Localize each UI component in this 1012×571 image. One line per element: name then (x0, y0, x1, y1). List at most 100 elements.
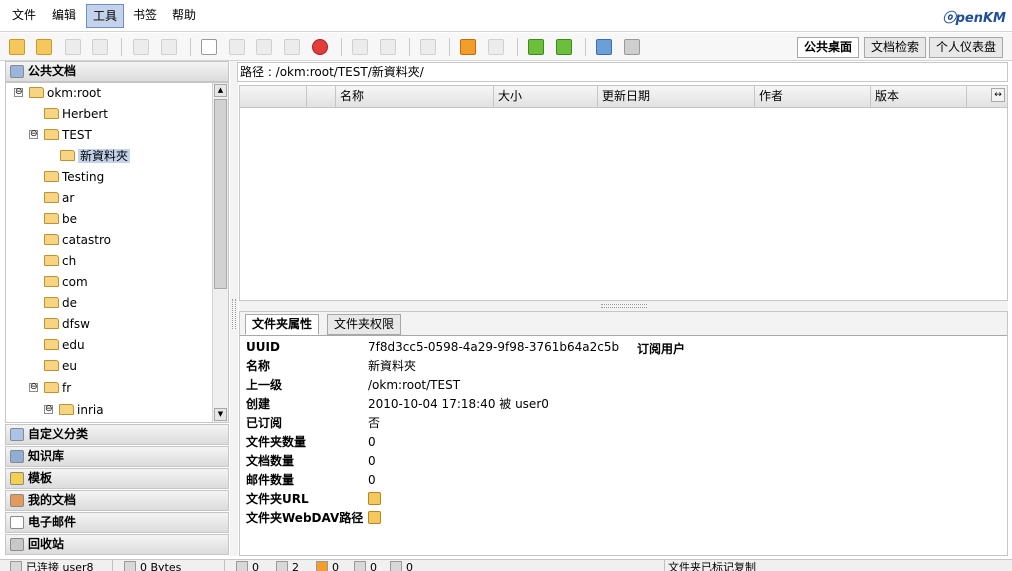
copy-url-icon[interactable] (368, 492, 381, 505)
menu-bookmarks[interactable]: 书签 (127, 4, 163, 28)
folder-tree[interactable]: ⊖ okm:root Herbert ⊖ TEST 新資料夾 Testing a… (5, 82, 229, 423)
folder-icon (60, 150, 75, 161)
trash-icon (10, 538, 24, 551)
status-subscribed[interactable]: 0 (316, 561, 339, 571)
tab-dashboard[interactable]: 个人仪表盘 (929, 37, 1004, 58)
prop-value: 7f8d3cc5-0598-4a29-9f98-3761b64a2c5b (368, 340, 620, 354)
find-folder-icon[interactable] (36, 39, 52, 55)
tree-node[interactable]: dfsw (44, 315, 90, 333)
tree-node[interactable]: ⊖ TEST (29, 126, 92, 144)
tree-scrollbar[interactable]: ▲ ▼ (212, 83, 228, 422)
scroll-down-arrow[interactable]: ▼ (214, 408, 227, 421)
menu-edit[interactable]: 编辑 (46, 4, 82, 28)
tree-node[interactable]: com (44, 273, 88, 291)
print-icon[interactable] (624, 39, 640, 55)
tree-node[interactable]: ⊖ fr (29, 379, 71, 397)
folder-icon (29, 87, 44, 98)
status-checkout[interactable]: 2 (276, 561, 299, 571)
lock-icon[interactable] (133, 39, 149, 55)
tree-node[interactable]: ar (44, 189, 74, 207)
status-separator (664, 560, 665, 571)
col-updated[interactable]: 更新日期 (598, 86, 755, 107)
tree-node[interactable]: be (44, 210, 77, 228)
edit-document-icon[interactable] (65, 39, 81, 55)
scroll-up-arrow[interactable]: ▲ (214, 84, 227, 97)
vertical-splitter[interactable] (230, 61, 238, 556)
home-icon[interactable] (556, 39, 572, 55)
menu-help[interactable]: 帮助 (166, 4, 202, 28)
menu-file[interactable]: 文件 (6, 4, 42, 28)
tree-node[interactable]: catastro (44, 231, 111, 249)
file-table[interactable]: 名称 大小 更新日期 作者 版本 ↔ (239, 85, 1008, 301)
col-type[interactable] (307, 86, 336, 107)
tree-node[interactable]: eu (44, 357, 77, 375)
tree-node[interactable]: de (44, 294, 77, 312)
templates-label: 模板 (28, 471, 53, 485)
tree-node[interactable]: edu (44, 336, 85, 354)
tree-label: edu (62, 338, 85, 352)
tree-node[interactable]: ⊖ okm:root (14, 84, 101, 102)
tree-label: dfsw (62, 317, 90, 331)
templates-header[interactable]: 模板 (5, 468, 229, 489)
prop-value: 2010-10-04 17:18:40 被 user0 (368, 397, 549, 411)
tree-label: ch (62, 254, 77, 268)
collapse-icon[interactable]: ⊖ (14, 88, 23, 97)
tree-label-selected: 新資料夾 (78, 149, 131, 163)
categories-icon (10, 428, 24, 441)
trash-header[interactable]: 回收站 (5, 534, 229, 555)
status-count: 0 (406, 561, 413, 571)
workflow-icon[interactable] (420, 39, 436, 55)
download-pdf-icon[interactable] (380, 39, 396, 55)
tree-node[interactable]: ch (44, 252, 76, 270)
email-header[interactable]: 电子邮件 (5, 512, 229, 533)
download-icon[interactable] (352, 39, 368, 55)
create-folder-icon[interactable] (9, 39, 25, 55)
col-author[interactable]: 作者 (755, 86, 871, 107)
scanner-icon[interactable] (596, 39, 612, 55)
delete-icon[interactable] (312, 39, 328, 55)
tree-node[interactable]: Testing (44, 168, 104, 186)
col-name[interactable]: 名称 (336, 86, 494, 107)
status-news[interactable]: 0 (354, 561, 377, 571)
col-status[interactable] (240, 86, 307, 107)
tab-folder-permissions[interactable]: 文件夹权限 (327, 314, 402, 335)
remove-subscription-icon[interactable] (488, 39, 504, 55)
folder-icon (44, 360, 59, 371)
status-locked[interactable]: 0 (236, 561, 259, 571)
prop-value: 0 (368, 454, 376, 468)
scroll-thumb[interactable] (214, 99, 227, 289)
add-note-icon[interactable] (256, 39, 272, 55)
tree-node[interactable]: 新資料夾 (60, 147, 131, 165)
tab-search[interactable]: 文档检索 (864, 37, 927, 58)
column-resize-icon[interactable]: ↔ (991, 88, 1005, 102)
status-size: 0 Bytes (124, 561, 181, 571)
logo-main: penKM (955, 11, 1006, 26)
menu-bar: 文件 编辑 工具 书签 帮助 ⓞpenKM (0, 0, 1012, 32)
horizontal-splitter[interactable] (239, 301, 1008, 311)
copy-webdav-icon[interactable] (368, 511, 381, 524)
refresh-icon[interactable] (528, 39, 544, 55)
tab-desktop[interactable]: 公共桌面 (797, 37, 860, 58)
collapse-icon[interactable]: ⊖ (29, 383, 38, 392)
folder-icon (59, 404, 74, 415)
my-documents-header[interactable]: 我的文档 (5, 490, 229, 511)
collapse-icon[interactable]: ⊖ (44, 405, 53, 414)
add-document-icon[interactable] (201, 39, 217, 55)
status-workflow[interactable]: 0 (390, 561, 413, 571)
tree-node[interactable]: ⊖ inria (44, 401, 104, 419)
menu-tools[interactable]: 工具 (86, 4, 125, 28)
tree-node[interactable]: Herbert (44, 105, 108, 123)
add-subscription-icon[interactable] (460, 39, 476, 55)
collapse-icon[interactable]: ⊖ (29, 130, 38, 139)
add-property-icon[interactable] (229, 39, 245, 55)
col-size[interactable]: 大小 (494, 86, 598, 107)
public-docs-header[interactable]: 公共文档 (5, 61, 229, 82)
add-keyword-icon[interactable] (284, 39, 300, 55)
categories-header[interactable]: 自定义分类 (5, 424, 229, 445)
col-version[interactable]: 版本 (871, 86, 967, 107)
tab-folder-properties[interactable]: 文件夹属性 (245, 314, 320, 335)
prop-key: UUID (246, 340, 280, 354)
thesaurus-header[interactable]: 知识库 (5, 446, 229, 467)
unlock-icon[interactable] (161, 39, 177, 55)
checkin-document-icon[interactable] (92, 39, 108, 55)
